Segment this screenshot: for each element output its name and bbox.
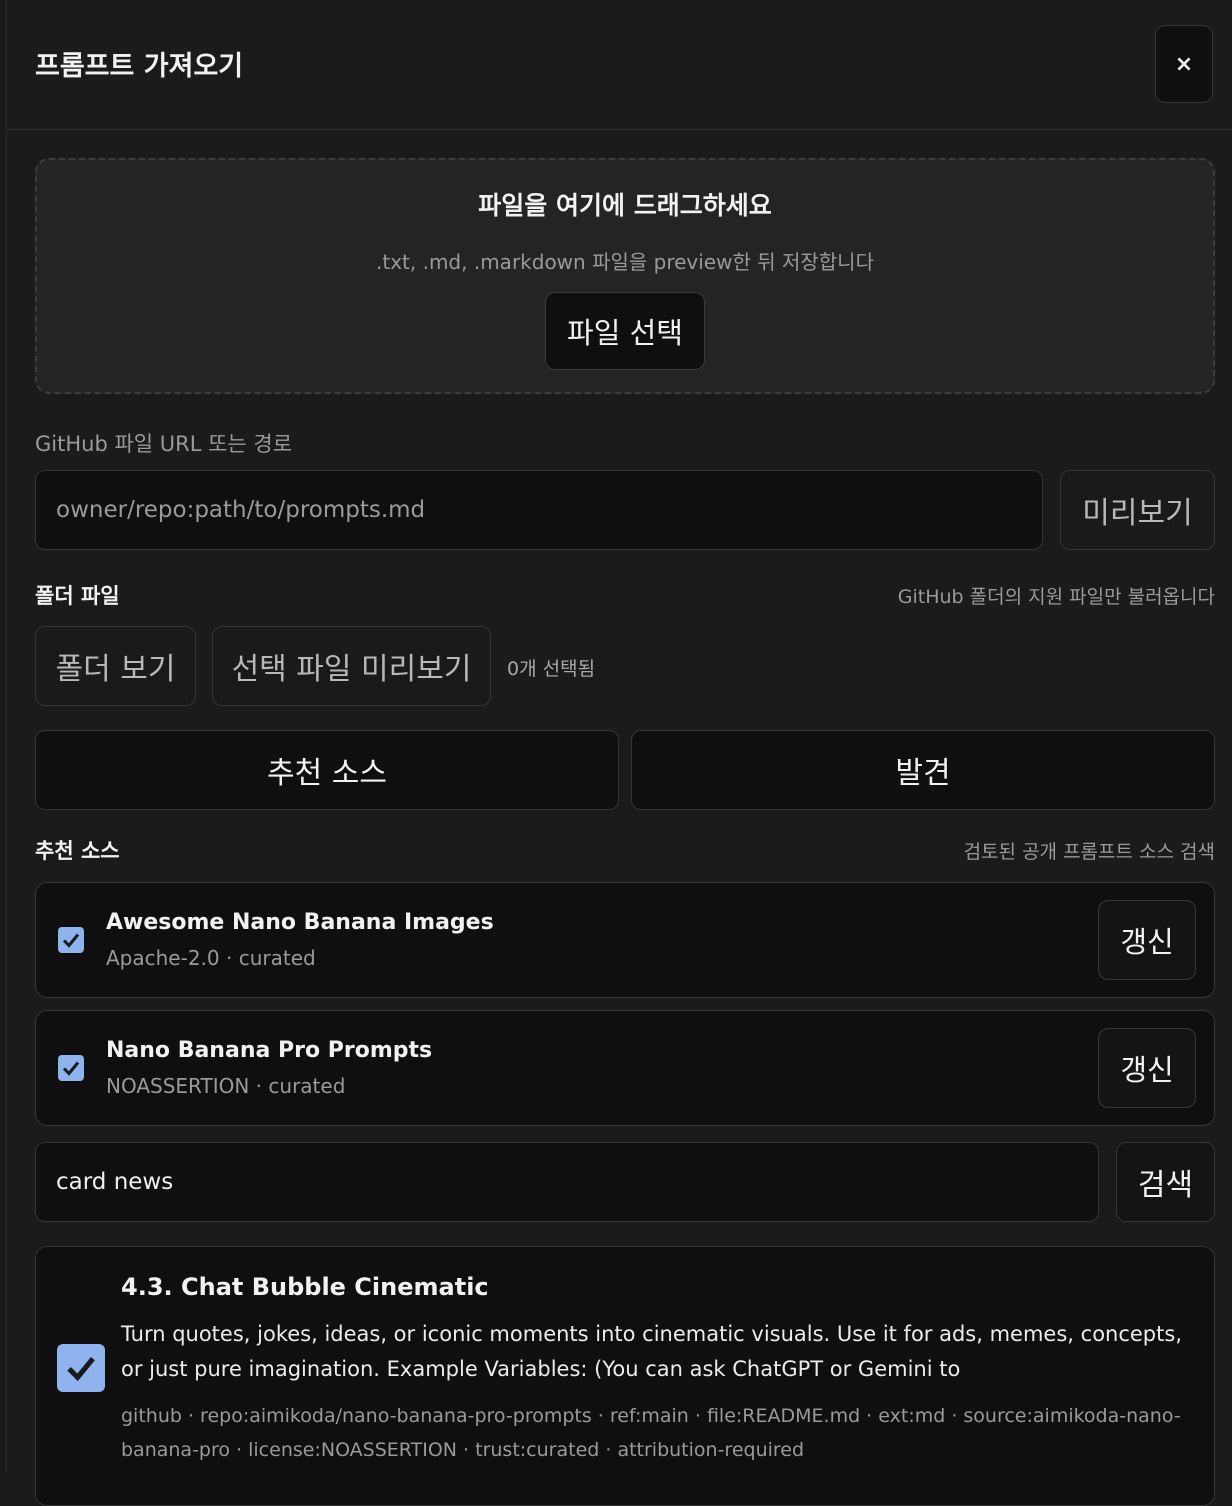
close-icon: ×: [1174, 51, 1194, 77]
checkmark-icon: [62, 1061, 80, 1076]
source-meta: Apache-2.0 · curated: [106, 946, 316, 970]
close-button[interactable]: ×: [1155, 25, 1213, 103]
modal-title: 프롬프트 가져오기: [35, 51, 244, 82]
modal-header: 프롬프트 가져오기 ×: [7, 0, 1232, 130]
result-title: 4.3. Chat Bubble Cinematic: [121, 1273, 489, 1301]
preview-button[interactable]: 미리보기: [1060, 470, 1215, 550]
refresh-source-button[interactable]: 갱신: [1098, 1028, 1196, 1108]
recommended-sources-hint: 검토된 공개 프롬프트 소스 검색: [963, 841, 1215, 863]
result-meta: github · repo:aimikoda/nano-banana-pro-p…: [121, 1405, 1181, 1461]
checkmark-icon: [67, 1357, 95, 1382]
tab-recommended-sources[interactable]: 추천 소스: [35, 730, 619, 810]
github-url-label: GitHub 파일 URL 또는 경로: [35, 432, 293, 456]
search-result-item: 4.3. Chat Bubble Cinematic Turn quotes, …: [35, 1246, 1215, 1506]
result-description: Turn quotes, jokes, ideas, or iconic mom…: [121, 1322, 1182, 1381]
result-checkbox[interactable]: [57, 1344, 105, 1392]
recommended-sources-label: 추천 소스: [35, 839, 120, 863]
github-url-placeholder: owner/repo:path/to/prompts.md: [56, 497, 426, 523]
source-item: Awesome Nano Banana Images Apache-2.0 · …: [35, 882, 1215, 998]
source-item: Nano Banana Pro Prompts NOASSERTION · cu…: [35, 1010, 1215, 1126]
search-button[interactable]: 검색: [1116, 1142, 1215, 1222]
file-dropzone[interactable]: 파일을 여기에 드래그하세요 .txt, .md, .markdown 파일을 …: [35, 158, 1215, 394]
dropzone-subtitle: .txt, .md, .markdown 파일을 preview한 뒤 저장합니…: [376, 250, 874, 274]
source-name: Nano Banana Pro Prompts: [106, 1038, 433, 1063]
folder-files-label: 폴더 파일: [35, 584, 120, 608]
source-meta: NOASSERTION · curated: [106, 1074, 346, 1098]
source-checkbox[interactable]: [58, 1055, 84, 1081]
import-prompts-modal: 프롬프트 가져오기 × 파일을 여기에 드래그하세요 .txt, .md, .m…: [6, 0, 1232, 1506]
dropzone-title: 파일을 여기에 드래그하세요: [478, 191, 772, 220]
folder-files-hint: GitHub 폴더의 지원 파일만 불러옵니다: [897, 586, 1215, 608]
tab-discover[interactable]: 발견: [631, 730, 1215, 810]
selected-count: 0개 선택됨: [507, 658, 596, 680]
folder-view-button[interactable]: 폴더 보기: [35, 626, 196, 706]
search-input-value: card news: [56, 1169, 174, 1195]
refresh-source-button[interactable]: 갱신: [1098, 900, 1196, 980]
choose-file-button[interactable]: 파일 선택: [545, 292, 705, 370]
github-url-input[interactable]: owner/repo:path/to/prompts.md: [35, 470, 1043, 550]
checkmark-icon: [62, 933, 80, 948]
search-input[interactable]: card news: [35, 1142, 1099, 1222]
source-checkbox[interactable]: [58, 927, 84, 953]
preview-selected-files-button[interactable]: 선택 파일 미리보기: [212, 626, 491, 706]
source-name: Awesome Nano Banana Images: [106, 910, 494, 935]
